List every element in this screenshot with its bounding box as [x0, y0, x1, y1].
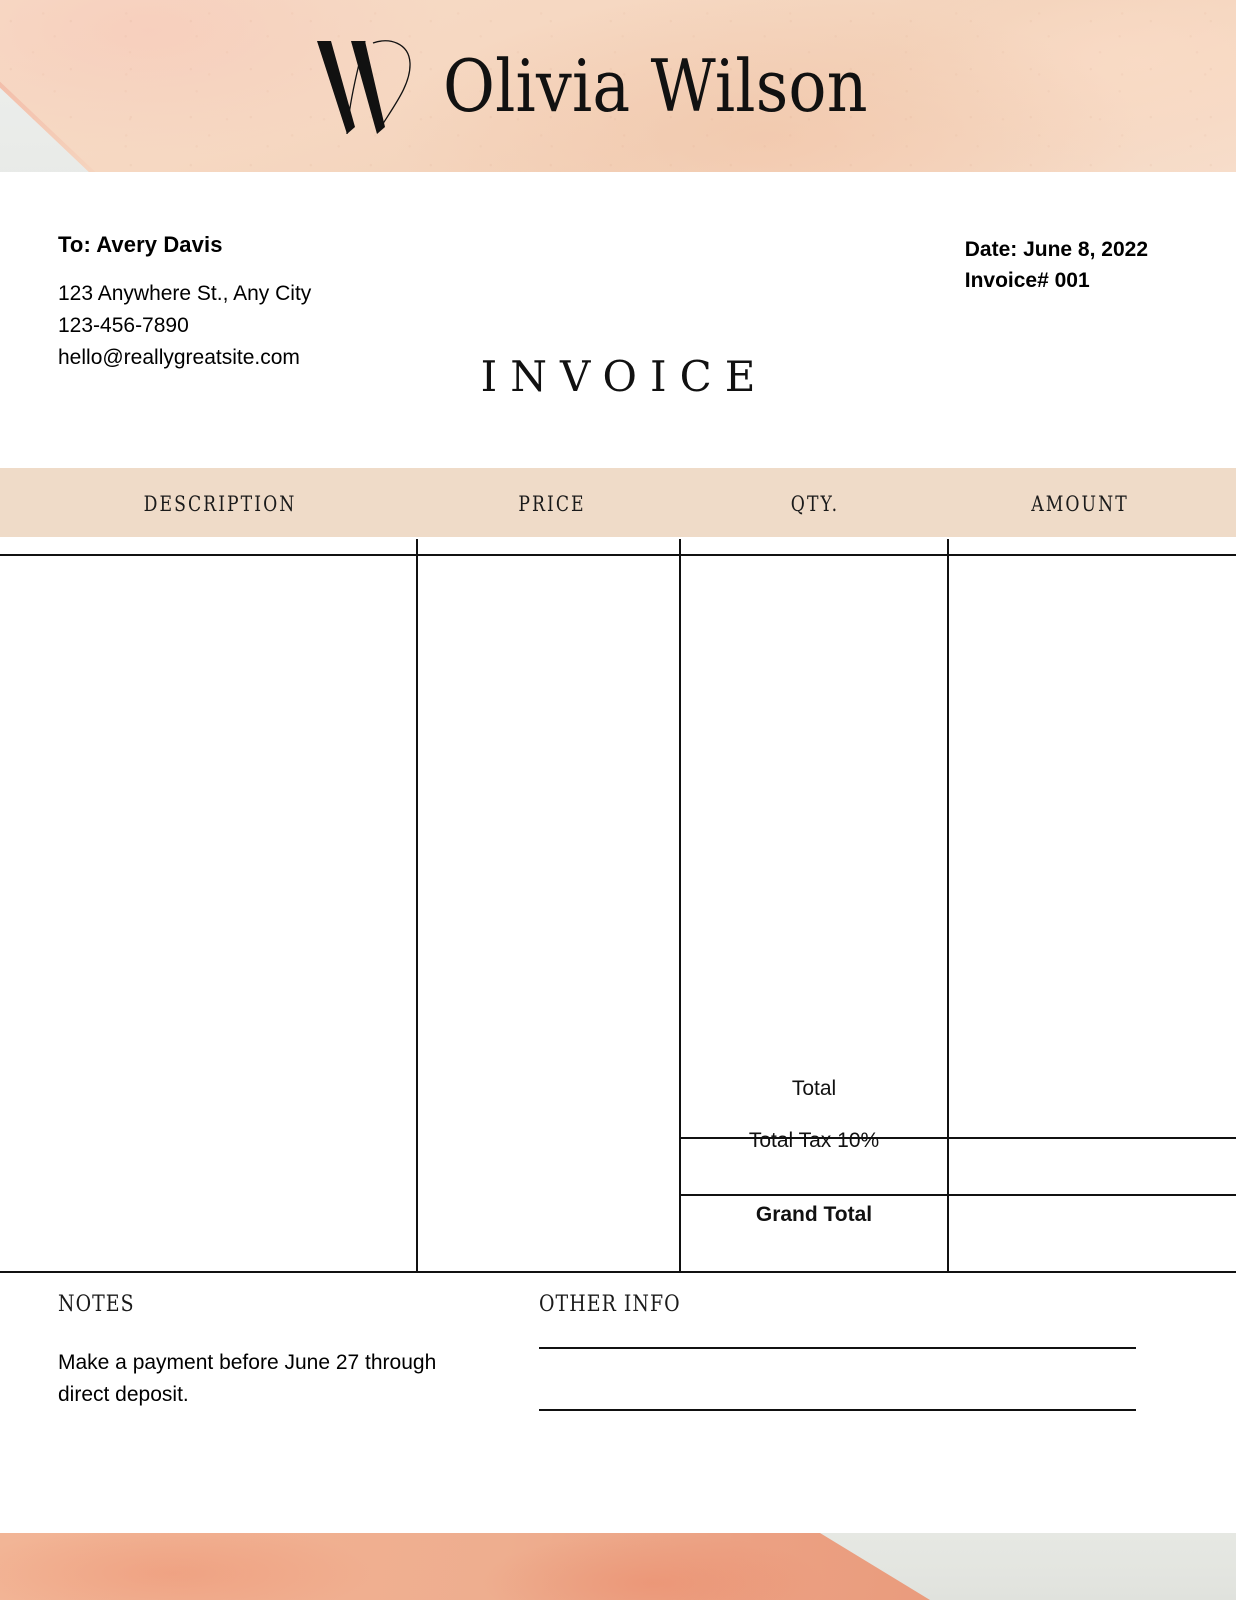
other-info-title: OTHER INFO — [539, 1292, 681, 1317]
grid-divider-description-price — [416, 539, 418, 1273]
grand-total-label: Grand Total — [755, 1203, 873, 1226]
notes-title: NOTES — [58, 1292, 135, 1317]
bill-to-phone: 123-456-7890 — [58, 314, 189, 337]
table-header-band: DESCRIPTION PRICE QTY. AMOUNT — [0, 468, 1236, 537]
column-header-description: DESCRIPTION — [143, 492, 297, 516]
footer-coral-wash — [0, 1533, 930, 1600]
brand-lockup: Olivia Wilson — [0, 0, 1236, 172]
column-header-price: PRICE — [518, 492, 586, 516]
other-info-write-line-1[interactable] — [539, 1347, 1136, 1349]
total-label: Total — [791, 1077, 837, 1100]
invoice-date: Date: June 8, 2022 — [964, 238, 1148, 261]
notes-body: Make a payment before June 27 through di… — [58, 1351, 437, 1406]
bill-to-address: 123 Anywhere St., Any City — [58, 282, 312, 305]
grid-line-bottom — [0, 1271, 1236, 1273]
column-header-amount: AMOUNT — [1031, 492, 1129, 516]
other-info-section: OTHER INFO — [539, 1292, 1139, 1411]
page-title: INVOICE — [480, 352, 769, 401]
footer-watercolor-band — [0, 1533, 1236, 1600]
total-tax-label: Total Tax 10% — [748, 1129, 880, 1152]
column-header-qty: QTY. — [790, 492, 840, 516]
monogram-w-icon — [316, 40, 411, 135]
invoice-number: Invoice# 001 — [964, 269, 1090, 292]
bill-to-name: To: Avery Davis — [58, 232, 223, 257]
line-items-grid: Total Total Tax 10% Grand Total — [0, 537, 1236, 1273]
grid-line-top — [0, 554, 1236, 556]
grid-divider-qty-amount — [947, 539, 949, 1273]
notes-section: NOTES Make a payment before June 27 thro… — [58, 1292, 478, 1411]
grid-line-after-tax — [679, 1194, 1236, 1196]
brand-name: Olivia Wilson — [442, 44, 868, 128]
other-info-write-line-2[interactable] — [539, 1409, 1136, 1411]
grid-divider-price-qty — [679, 539, 681, 1273]
invoice-meta-block: Date: June 8, 2022 Invoice# 001 — [965, 234, 1148, 296]
